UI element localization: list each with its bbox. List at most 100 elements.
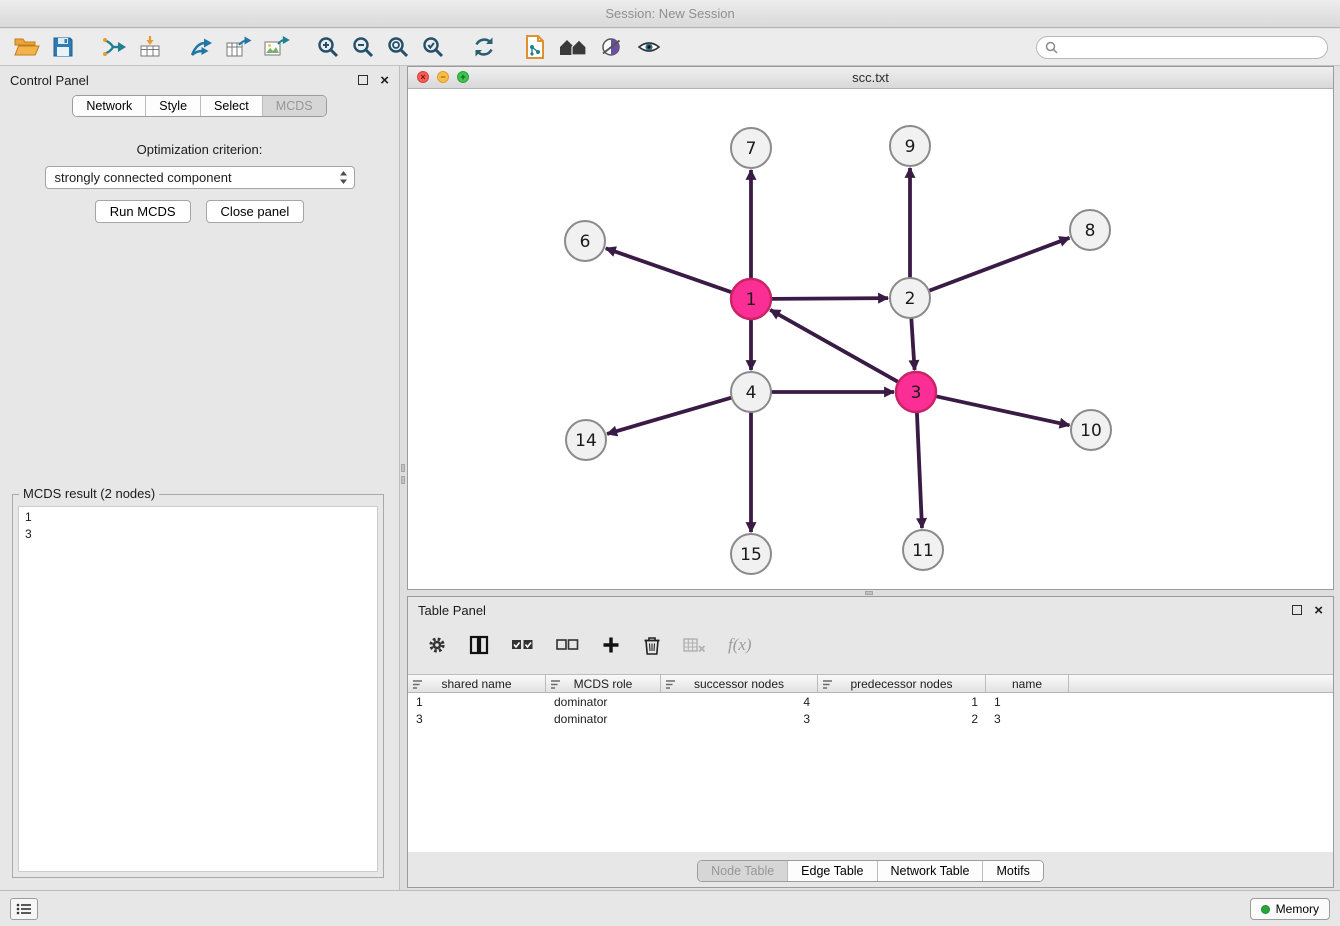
- float-panel-icon[interactable]: [358, 75, 368, 85]
- table-panel-tabs: Node Table Edge Table Network Table Moti…: [408, 860, 1333, 882]
- edge-1-2[interactable]: [771, 298, 888, 299]
- memory-status-icon: [1261, 905, 1270, 914]
- column-header-name[interactable]: name: [986, 675, 1069, 692]
- zoom-fit-button[interactable]: [385, 34, 411, 60]
- eye-icon: [636, 35, 662, 59]
- tab-style[interactable]: Style: [145, 96, 200, 116]
- function-builder-button[interactable]: f(x): [727, 634, 753, 656]
- graph-node-15[interactable]: 15: [731, 534, 771, 574]
- cell-mcds-role[interactable]: dominator: [546, 712, 661, 726]
- edge-3-1[interactable]: [770, 310, 898, 382]
- tab-motifs[interactable]: Motifs: [982, 861, 1042, 881]
- tab-network[interactable]: Network: [73, 96, 145, 116]
- save-session-button[interactable]: [50, 34, 76, 60]
- cell-mcds-role[interactable]: dominator: [546, 695, 661, 709]
- edge-2-3[interactable]: [911, 318, 914, 370]
- close-panel-button[interactable]: Close panel: [206, 200, 305, 223]
- zoom-in-button[interactable]: [315, 34, 341, 60]
- edge-4-14[interactable]: [607, 398, 732, 434]
- export-table-button[interactable]: [224, 34, 253, 60]
- cell-predecessor-nodes[interactable]: 1: [818, 695, 986, 709]
- graph-node-7[interactable]: 7: [731, 128, 771, 168]
- graph-node-9[interactable]: 9: [890, 126, 930, 166]
- window-minimize-icon[interactable]: −: [437, 71, 449, 83]
- export-network-button[interactable]: [187, 34, 215, 60]
- new-network-doc-icon: [523, 34, 547, 60]
- graph-node-11[interactable]: 11: [903, 530, 943, 570]
- criterion-dropdown[interactable]: strongly connected component: [45, 166, 355, 189]
- edge-3-11[interactable]: [917, 412, 922, 528]
- zoom-out-button[interactable]: [350, 34, 376, 60]
- table-settings-button[interactable]: [426, 634, 448, 656]
- tab-select[interactable]: Select: [200, 96, 262, 116]
- cell-shared-name[interactable]: 1: [408, 695, 546, 709]
- graph-node-label: 15: [740, 545, 762, 565]
- edge-2-8[interactable]: [929, 238, 1070, 291]
- trash-icon: [643, 635, 661, 656]
- network-canvas[interactable]: 1 2 3 4 6 7 8 9 10 11 14 15: [408, 90, 1333, 589]
- refresh-layout-button[interactable]: [470, 34, 498, 60]
- column-header-successor-nodes[interactable]: successor nodes: [661, 675, 818, 692]
- graph-node-label: 7: [746, 139, 757, 159]
- cell-successor-nodes[interactable]: 3: [661, 712, 818, 726]
- column-header-shared-name[interactable]: shared name: [408, 675, 546, 692]
- export-image-button[interactable]: [262, 34, 291, 60]
- edge-1-6[interactable]: [606, 248, 732, 292]
- dropdown-stepper-icon: [339, 170, 348, 185]
- table-row[interactable]: 3 dominator 3 2 3: [408, 710, 1333, 727]
- table-row[interactable]: 1 dominator 4 1 1: [408, 693, 1333, 710]
- network-window-titlebar[interactable]: × − + scc.txt: [408, 67, 1333, 89]
- tab-mcds[interactable]: MCDS: [262, 96, 326, 116]
- close-panel-icon[interactable]: ×: [1314, 603, 1323, 618]
- add-column-button[interactable]: [600, 634, 622, 656]
- cell-name[interactable]: 3: [986, 712, 1069, 726]
- new-network-selection-button[interactable]: [522, 33, 548, 61]
- edge-3-10[interactable]: [936, 396, 1070, 425]
- graph-node-10[interactable]: 10: [1071, 410, 1111, 450]
- float-panel-icon[interactable]: [1292, 605, 1302, 615]
- cell-shared-name[interactable]: 3: [408, 712, 546, 726]
- window-zoom-icon[interactable]: +: [457, 71, 469, 83]
- cell-predecessor-nodes[interactable]: 2: [818, 712, 986, 726]
- tab-network-table[interactable]: Network Table: [877, 861, 983, 881]
- open-session-button[interactable]: [12, 34, 41, 60]
- sort-icon: [550, 679, 561, 690]
- memory-button[interactable]: Memory: [1250, 898, 1330, 920]
- mcds-result-text[interactable]: 1 3: [18, 506, 378, 872]
- close-panel-icon[interactable]: ×: [380, 73, 389, 88]
- graph-node-14[interactable]: 14: [566, 420, 606, 460]
- graph-node-1[interactable]: 1: [731, 279, 771, 319]
- first-neighbors-button[interactable]: [557, 34, 589, 60]
- graph-node-4[interactable]: 4: [731, 372, 771, 412]
- cell-name[interactable]: 1: [986, 695, 1069, 709]
- window-title: Session: New Session: [605, 6, 734, 21]
- search-input[interactable]: [1064, 40, 1319, 54]
- graph-node-label: 10: [1080, 421, 1102, 441]
- tab-node-table[interactable]: Node Table: [698, 861, 787, 881]
- split-panel-button[interactable]: [468, 634, 490, 656]
- graph-node-label: 14: [575, 431, 597, 451]
- vertical-splitter[interactable]: [400, 66, 407, 890]
- tab-edge-table[interactable]: Edge Table: [787, 861, 876, 881]
- graph-node-3[interactable]: 3: [896, 372, 936, 412]
- graph-node-label: 6: [580, 232, 591, 252]
- delete-column-button[interactable]: [682, 635, 707, 655]
- run-mcds-button[interactable]: Run MCDS: [95, 200, 191, 223]
- graph-node-6[interactable]: 6: [565, 221, 605, 261]
- graph-node-2[interactable]: 2: [890, 278, 930, 318]
- column-header-mcds-role[interactable]: MCDS role: [546, 675, 661, 692]
- cell-successor-nodes[interactable]: 4: [661, 695, 818, 709]
- select-all-button[interactable]: [510, 635, 535, 655]
- show-hide-button[interactable]: [635, 34, 663, 60]
- graph-node-8[interactable]: 8: [1070, 210, 1110, 250]
- column-header-predecessor-nodes[interactable]: predecessor nodes: [818, 675, 986, 692]
- zoom-selected-button[interactable]: [420, 34, 446, 60]
- import-network-button[interactable]: [100, 34, 128, 60]
- graph-node-label: 1: [746, 290, 757, 310]
- unselect-all-button[interactable]: [555, 635, 580, 655]
- delete-row-button[interactable]: [642, 634, 662, 657]
- import-table-button[interactable]: [137, 34, 163, 60]
- task-history-button[interactable]: [10, 898, 38, 920]
- apply-style-button[interactable]: [598, 34, 626, 60]
- window-close-icon[interactable]: ×: [417, 71, 429, 83]
